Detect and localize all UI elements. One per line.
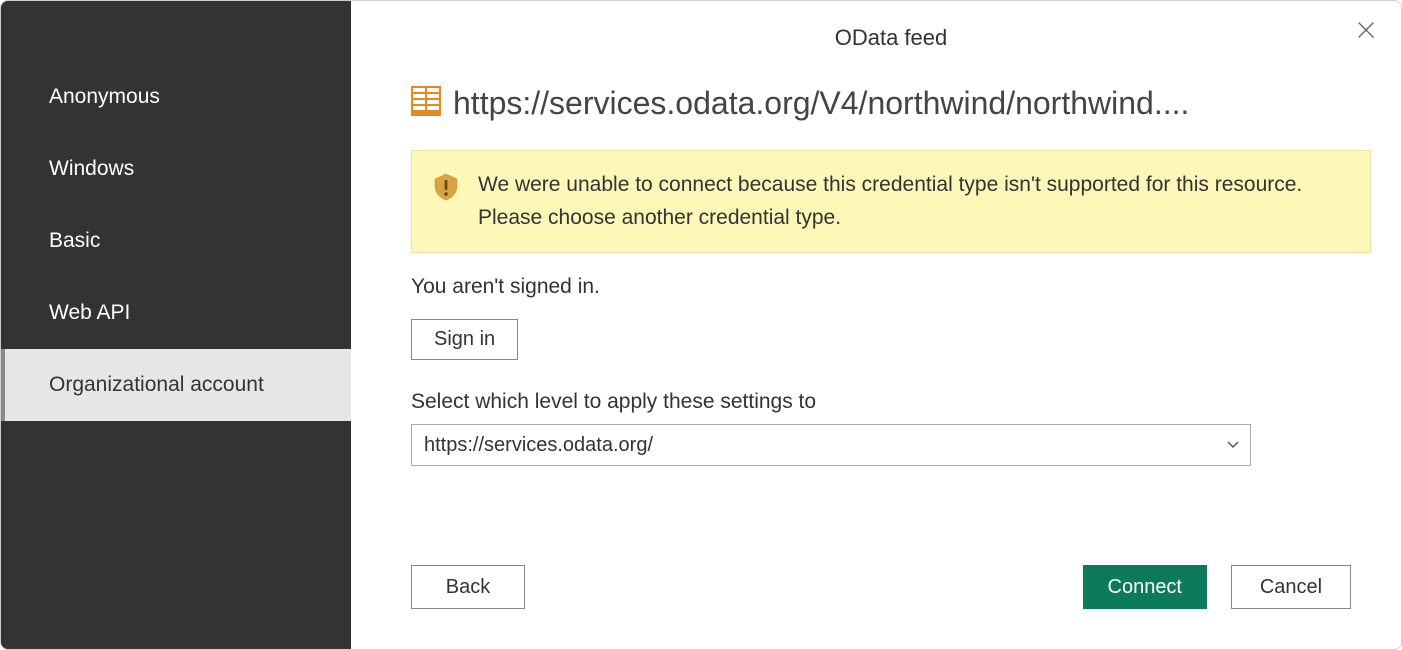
data-source-url-row: https://services.odata.org/V4/northwind/… xyxy=(411,85,1371,122)
dialog-footer: Back Connect Cancel xyxy=(411,565,1351,609)
warning-banner: We were unable to connect because this c… xyxy=(411,150,1371,253)
main-panel: OData feed htt xyxy=(351,1,1401,649)
warning-message: We were unable to connect because this c… xyxy=(478,169,1348,234)
odata-credentials-dialog: Anonymous Windows Basic Web API Organiza… xyxy=(0,0,1402,650)
sidebar-item-organizational-account[interactable]: Organizational account xyxy=(1,349,351,421)
sign-in-button[interactable]: Sign in xyxy=(411,319,518,360)
signin-status-text: You aren't signed in. xyxy=(411,275,1371,299)
credential-type-sidebar: Anonymous Windows Basic Web API Organiza… xyxy=(1,1,351,649)
sidebar-item-basic[interactable]: Basic xyxy=(1,205,351,277)
connect-button[interactable]: Connect xyxy=(1083,565,1208,609)
back-button[interactable]: Back xyxy=(411,565,525,609)
data-source-url: https://services.odata.org/V4/northwind/… xyxy=(453,85,1189,122)
sidebar-item-web-api[interactable]: Web API xyxy=(1,277,351,349)
sidebar-item-anonymous[interactable]: Anonymous xyxy=(1,61,351,133)
close-button[interactable] xyxy=(1355,19,1377,46)
level-select[interactable]: https://services.odata.org/ xyxy=(411,424,1251,466)
level-select-label: Select which level to apply these settin… xyxy=(411,390,1371,414)
data-source-icon xyxy=(411,86,441,121)
cancel-button[interactable]: Cancel xyxy=(1231,565,1351,609)
warning-icon xyxy=(434,173,458,206)
dialog-title: OData feed xyxy=(411,25,1371,51)
sidebar-item-windows[interactable]: Windows xyxy=(1,133,351,205)
close-icon xyxy=(1355,19,1377,41)
